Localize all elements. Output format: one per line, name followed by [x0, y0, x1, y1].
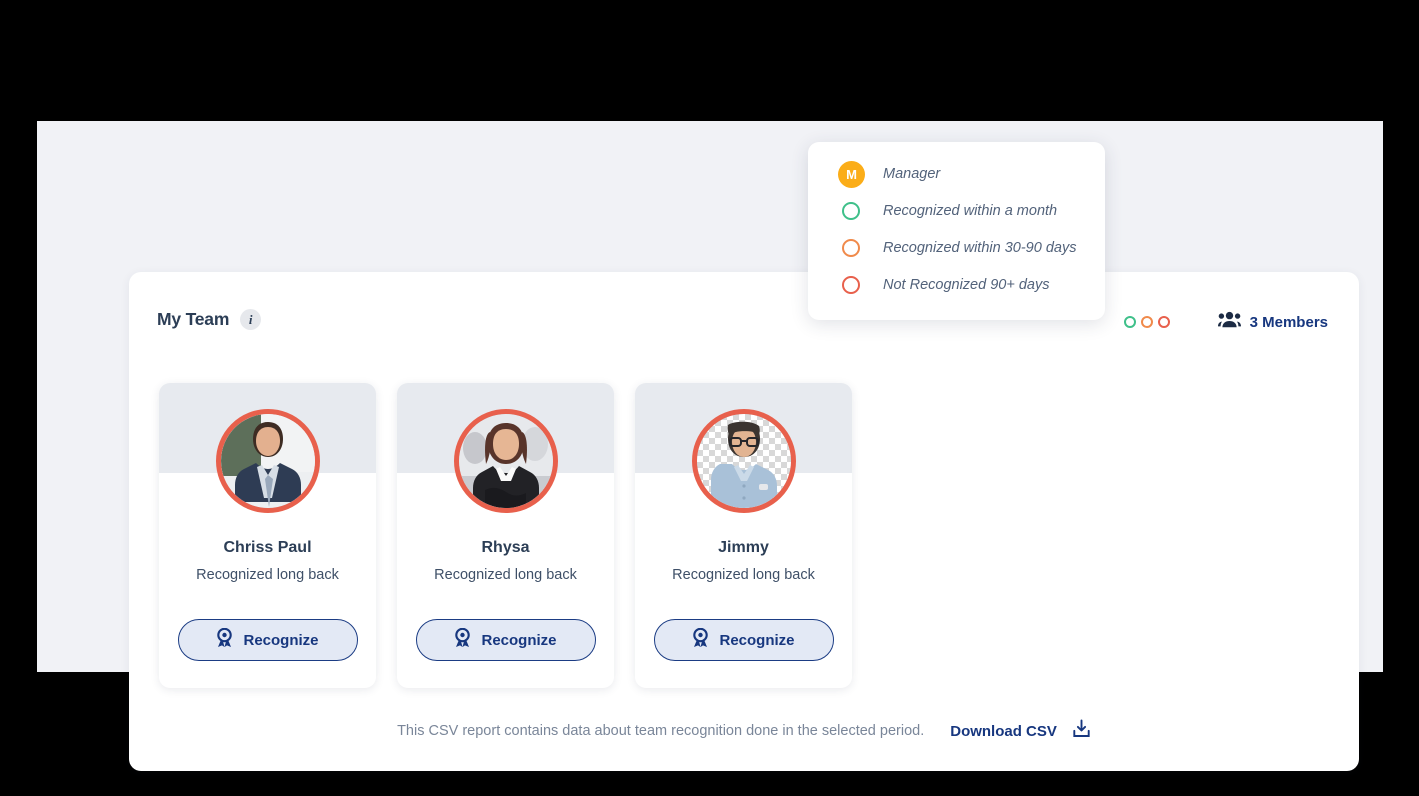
title-group: My Team i: [157, 309, 262, 330]
member-name: Jimmy: [718, 539, 769, 556]
recognize-button[interactable]: Recognize: [177, 619, 358, 661]
award-medal-icon: [216, 627, 233, 653]
award-medal-icon: [454, 627, 471, 653]
download-csv-label: Download CSV: [950, 722, 1057, 740]
avatar-photo-chriss-paul: [220, 414, 315, 508]
status-dot-orange: [1140, 316, 1153, 328]
csv-report-note: This CSV report contains data about team…: [397, 723, 925, 739]
panel-header: My Team i 3 Members: [129, 272, 1359, 372]
recognize-button-label: Recognize: [243, 631, 319, 649]
download-csv-button[interactable]: Download CSV: [950, 719, 1091, 743]
app-page-background: My Team i 3 Members Chriss Paul Recogniz…: [37, 121, 1383, 771]
panel-footer: This CSV report contains data about team…: [129, 719, 1359, 743]
status-dot-red: [1157, 316, 1170, 328]
legend-item-recognized-30-90: Recognized within 30-90 days: [838, 233, 1076, 263]
avatar: [215, 409, 320, 513]
legend-item-manager: M Manager: [838, 159, 940, 189]
legend-popup: M Manager Recognized within a month Reco…: [808, 142, 1105, 320]
member-name: Chriss Paul: [223, 539, 312, 556]
member-status: Recognized long back: [672, 567, 815, 583]
recognize-button[interactable]: Recognize: [415, 619, 596, 661]
legend-item-label: Recognized within 30-90 days: [883, 240, 1077, 256]
screen-root: My Team i 3 Members Chriss Paul Recogniz…: [0, 0, 1419, 796]
member-name: Rhysa: [481, 539, 530, 556]
recognize-button-label: Recognize: [719, 631, 795, 649]
status-dot-legend[interactable]: [1123, 316, 1170, 328]
avatar: [453, 409, 558, 513]
members-count-label: 3 Members: [1249, 313, 1328, 331]
ring-icon-red: [842, 276, 860, 294]
member-card-list: Chriss Paul Recognized long back Recogni…: [159, 383, 852, 688]
legend-item-recognized-month: Recognized within a month: [838, 196, 1057, 226]
ring-icon-green: [842, 202, 860, 220]
download-icon: [1072, 719, 1091, 743]
people-group-icon: [1217, 311, 1241, 333]
member-card[interactable]: Jimmy Recognized long back Recognize: [635, 383, 852, 688]
legend-item-label: Manager: [883, 166, 941, 182]
member-status: Recognized long back: [434, 567, 577, 583]
members-count-group[interactable]: 3 Members: [1217, 311, 1328, 333]
legend-item-label: Not Recognized 90+ days: [883, 277, 1050, 293]
member-status: Recognized long back: [196, 567, 339, 583]
header-right-cluster: 3 Members: [1123, 311, 1328, 333]
my-team-panel: My Team i 3 Members Chriss Paul Recogniz…: [129, 272, 1359, 771]
avatar: [691, 409, 796, 513]
member-card[interactable]: Chriss Paul Recognized long back Recogni…: [159, 383, 376, 688]
status-dot-green: [1123, 316, 1136, 328]
page-title: My Team: [157, 309, 230, 329]
recognize-button-label: Recognize: [481, 631, 557, 649]
info-icon[interactable]: i: [240, 309, 262, 330]
member-card[interactable]: Rhysa Recognized long back Recognize: [397, 383, 614, 688]
ring-icon-orange: [842, 239, 860, 257]
manager-badge-icon: M: [838, 160, 865, 188]
award-medal-icon: [692, 627, 709, 653]
legend-item-label: Recognized within a month: [883, 203, 1058, 219]
avatar-photo-jimmy: [696, 414, 791, 508]
recognize-button[interactable]: Recognize: [653, 619, 834, 661]
legend-item-not-recognized: Not Recognized 90+ days: [838, 270, 1049, 300]
avatar-photo-rhysa: [458, 414, 553, 508]
